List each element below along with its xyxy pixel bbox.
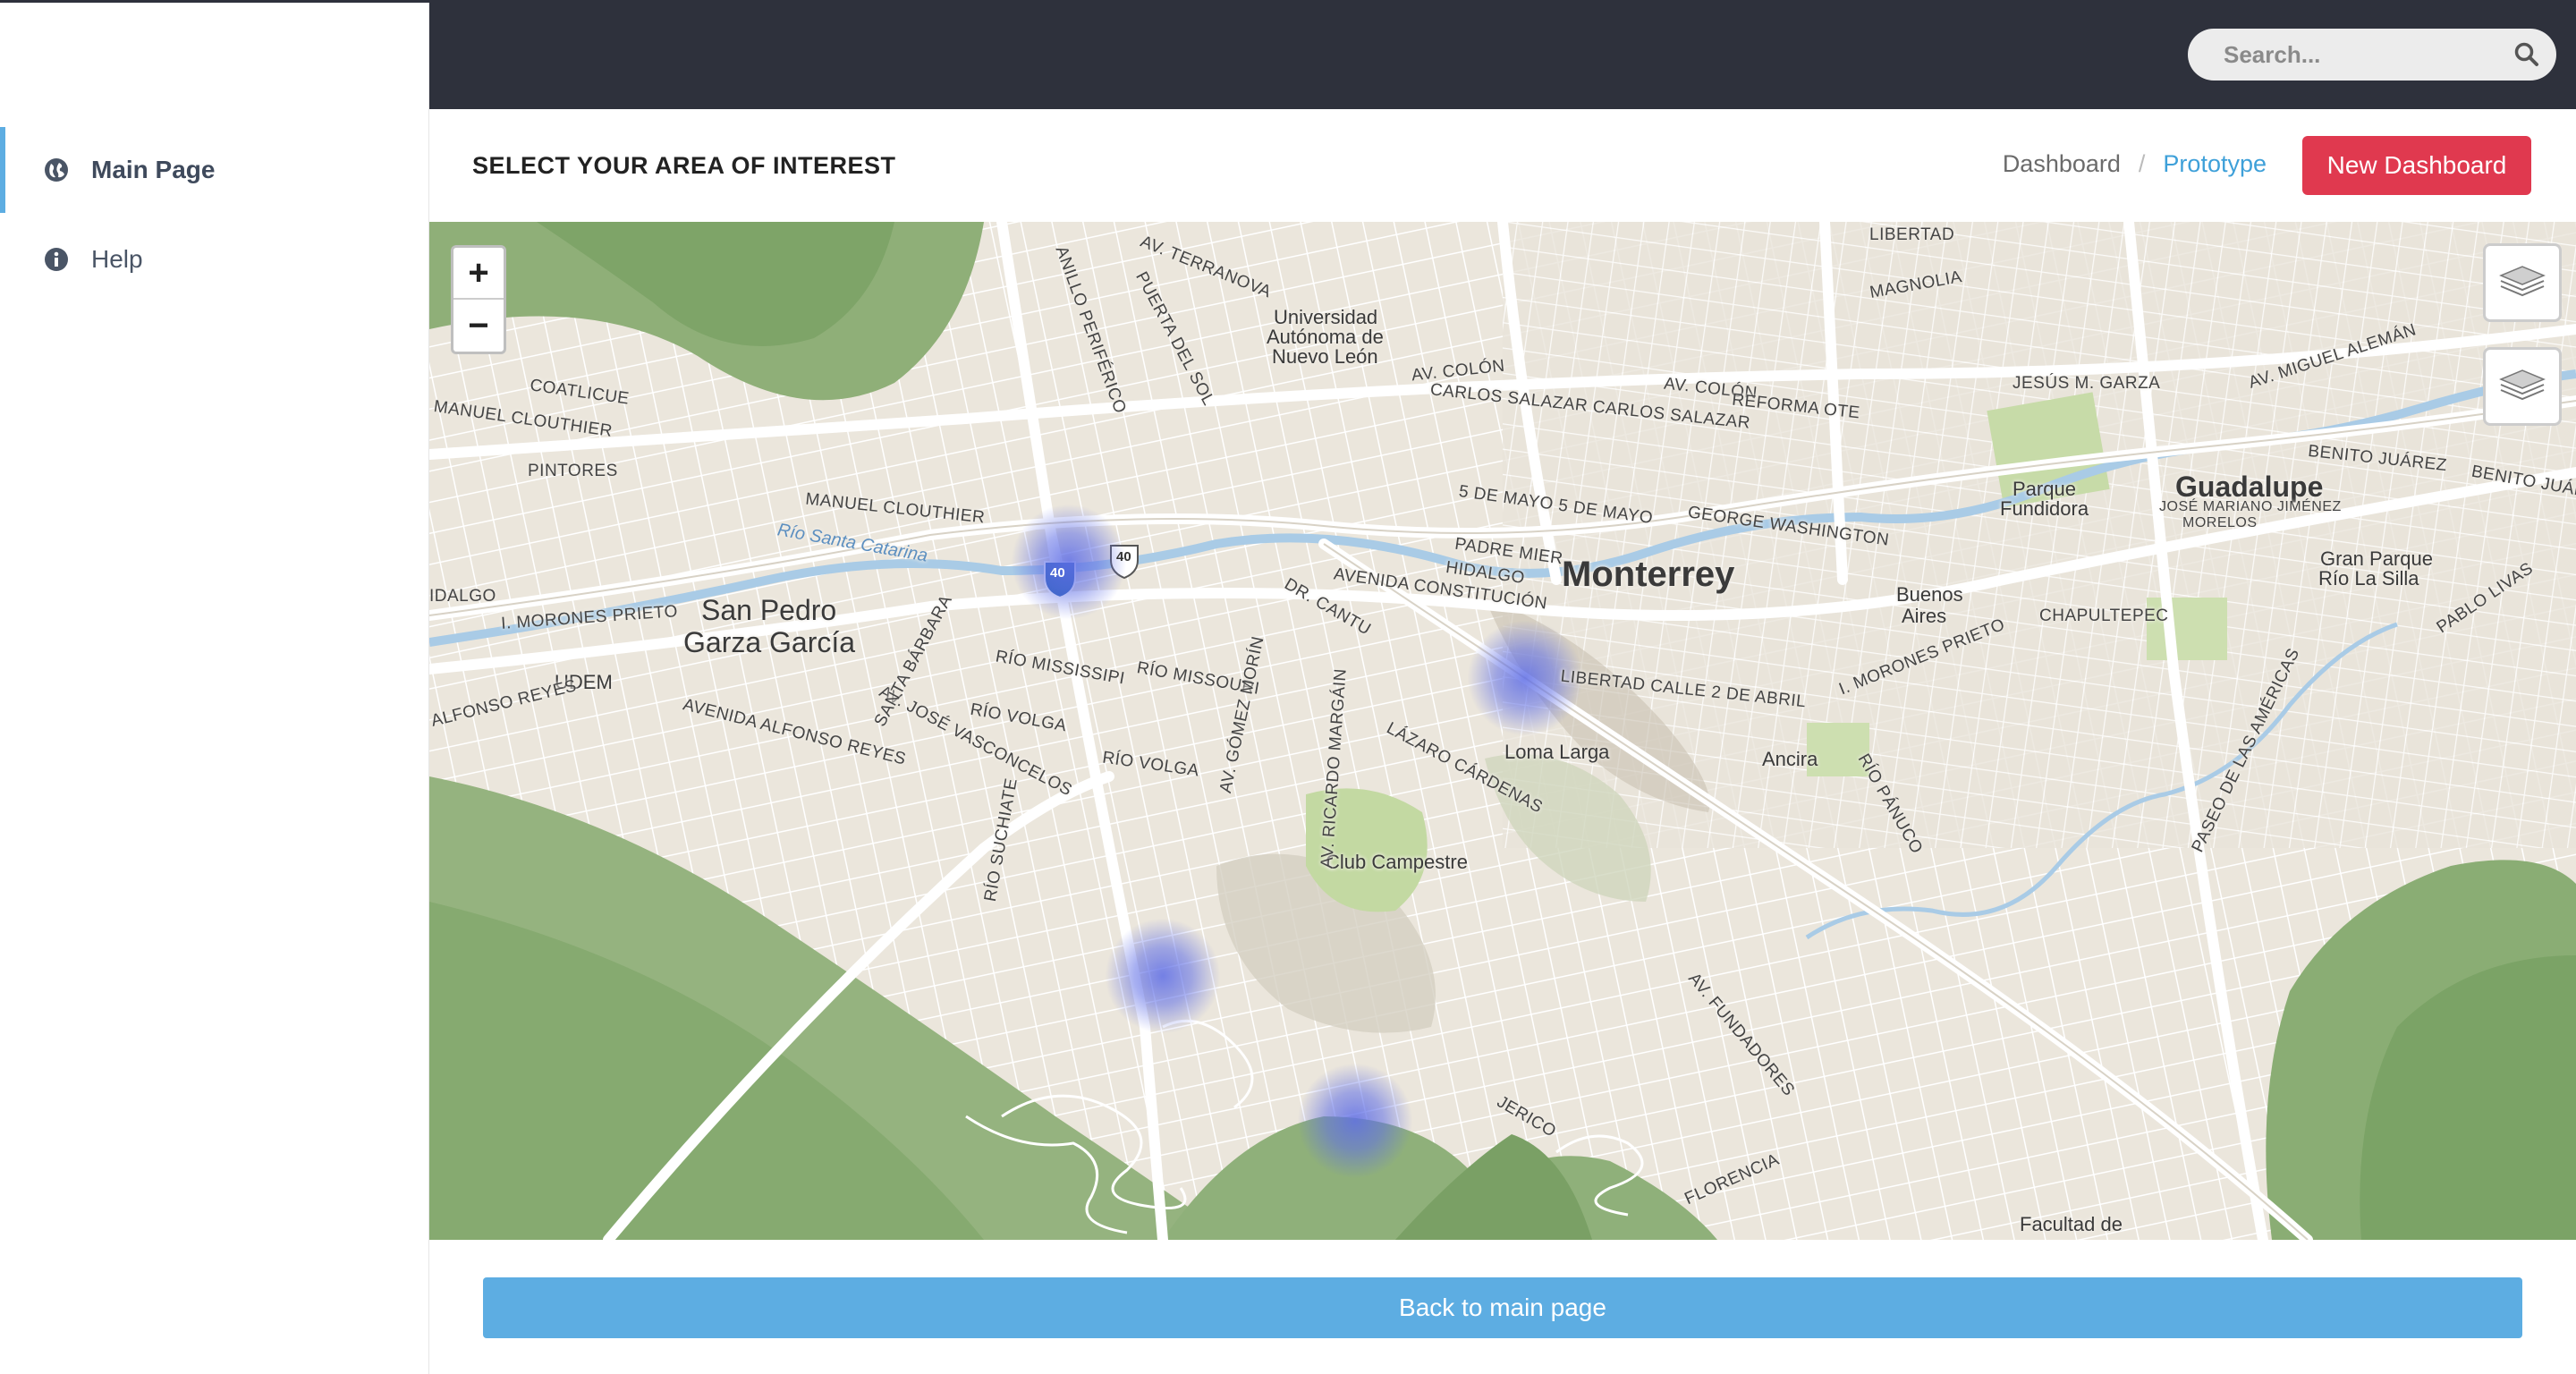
- search-input[interactable]: [2224, 40, 2492, 69]
- heat-spot[interactable]: [1011, 504, 1127, 620]
- zoom-control: + −: [451, 245, 506, 354]
- breadcrumb-separator: /: [2138, 150, 2146, 177]
- sidebar-top-line: [0, 0, 429, 3]
- zoom-in-button[interactable]: +: [453, 248, 504, 300]
- layers-icon: [2497, 258, 2547, 309]
- layers-button[interactable]: [2483, 347, 2562, 426]
- highway-label: 40: [1116, 549, 1131, 564]
- sidebar: Main Page Help: [0, 0, 429, 1374]
- map-label-san-pedro: San Pedro: [701, 594, 837, 626]
- map-view[interactable]: 40 40 Monterrey Guadalupe San Pedro Garz…: [429, 222, 2576, 1240]
- street-label: PINTORES: [528, 462, 618, 480]
- map-label-garza-garcia: Garza García: [683, 626, 856, 658]
- layers-icon: [2497, 361, 2547, 412]
- back-to-main-button[interactable]: Back to main page: [483, 1277, 2522, 1338]
- footer-area: Back to main page: [429, 1240, 2576, 1374]
- sidebar-item-label: Main Page: [91, 156, 216, 183]
- top-bar: [429, 0, 2576, 109]
- street-label: JOSÉ MARIANO JIMÉNEZ: [2159, 499, 2342, 514]
- map-label-parque-fundidora: Fundidora: [2000, 497, 2089, 520]
- map-label-club-campestre: Club Campestre: [1326, 851, 1468, 873]
- search-box[interactable]: [2188, 29, 2556, 81]
- info-icon: [43, 246, 70, 273]
- zoom-out-button[interactable]: −: [453, 300, 504, 352]
- street-label: CHAPULTEPEC: [2039, 606, 2169, 625]
- highway-label: 40: [1050, 565, 1065, 581]
- sidebar-item-main-page[interactable]: Main Page: [0, 127, 429, 213]
- heat-spot[interactable]: [1297, 1063, 1413, 1179]
- street-label: MORELOS: [2182, 515, 2258, 530]
- map-label-ancira: Ancira: [1762, 748, 1818, 770]
- map-label-gran-parque: Río La Silla: [2318, 567, 2419, 589]
- breadcrumb-prototype[interactable]: Prototype: [2163, 150, 2267, 178]
- map-label-facultad: Facultad de: [2020, 1213, 2123, 1235]
- map-label-buenos-aires: Aires: [1902, 605, 1947, 627]
- map-label-buenos-aires: Buenos: [1896, 583, 1963, 606]
- map-label-uanl: Nuevo León: [1272, 345, 1378, 368]
- map-label-monterrey: Monterrey: [1562, 555, 1735, 594]
- breadcrumb: Dashboard / Prototype: [2003, 150, 2267, 178]
- heat-spot[interactable]: [1105, 918, 1221, 1034]
- street-label: JESÚS M. GARZA: [2012, 374, 2161, 393]
- layers-button[interactable]: [2483, 243, 2562, 322]
- globe-icon: [43, 157, 70, 183]
- street-label: LIBERTAD: [1869, 225, 1955, 244]
- street-label: IDALGO: [429, 587, 496, 606]
- page-header: SELECT YOUR AREA OF INTEREST Dashboard /…: [429, 109, 2576, 222]
- search-icon[interactable]: [2513, 41, 2540, 68]
- map-label-loma-larga: Loma Larga: [1504, 741, 1610, 763]
- breadcrumb-dashboard[interactable]: Dashboard: [2003, 150, 2121, 178]
- sidebar-item-help[interactable]: Help: [0, 216, 429, 302]
- new-dashboard-button[interactable]: New Dashboard: [2302, 136, 2531, 195]
- sidebar-item-label: Help: [91, 245, 143, 273]
- page-title: SELECT YOUR AREA OF INTEREST: [472, 152, 896, 179]
